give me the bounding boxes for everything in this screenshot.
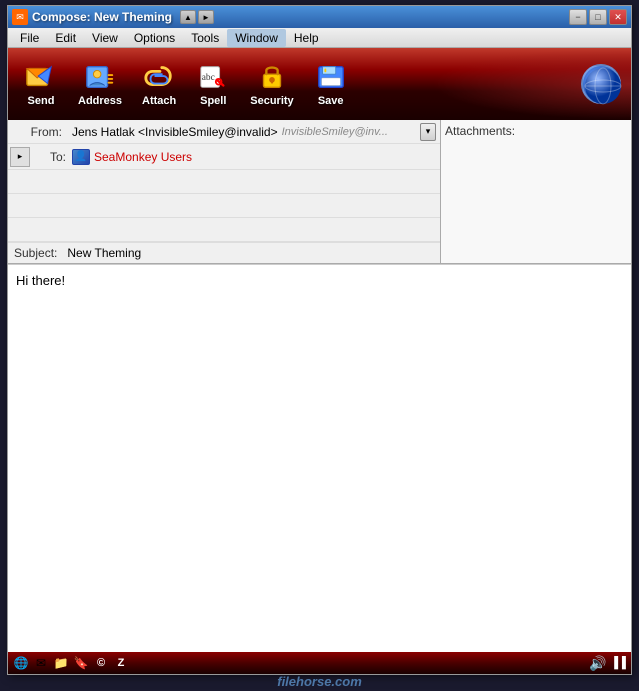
menu-edit[interactable]: Edit xyxy=(47,29,84,47)
message-body-text: Hi there! xyxy=(16,273,65,288)
menu-options[interactable]: Options xyxy=(126,29,183,47)
send-button[interactable]: Send xyxy=(16,57,66,111)
status-icon-c: © xyxy=(92,654,110,672)
subject-label: Subject: xyxy=(8,243,63,263)
status-icon-right: ▐▐ xyxy=(609,654,627,672)
toolbar: Send Address xyxy=(8,48,631,120)
to-row: ▸ To: 👤 SeaMonkey Users xyxy=(8,144,440,170)
status-icon-volume: 🔊 xyxy=(589,654,607,672)
security-button[interactable]: Security xyxy=(242,57,301,111)
title-nav: ▲ ► xyxy=(180,10,214,24)
fields-panel: From: Jens Hatlak <InvisibleSmiley@inval… xyxy=(8,120,441,263)
globe-decoration xyxy=(581,64,621,104)
send-label: Send xyxy=(28,95,55,107)
menu-tools[interactable]: Tools xyxy=(183,29,227,47)
watermark-text: filehorse xyxy=(277,674,331,689)
minimize-button[interactable]: − xyxy=(569,9,587,25)
message-body[interactable]: Hi there! xyxy=(8,264,631,652)
menu-help[interactable]: Help xyxy=(286,29,327,47)
address-button[interactable]: Address xyxy=(70,57,130,111)
subject-row: Subject: New Theming xyxy=(8,242,440,263)
status-icon-folder: 📁 xyxy=(52,654,70,672)
send-icon xyxy=(25,61,57,93)
spell-button[interactable]: abc Spell xyxy=(188,57,238,111)
compose-header: From: Jens Hatlak <InvisibleSmiley@inval… xyxy=(8,120,631,264)
attach-button[interactable]: Attach xyxy=(134,57,184,111)
empty-row-3 xyxy=(8,218,440,242)
window-app-icon: ✉ xyxy=(12,9,28,25)
nav-forward-btn[interactable]: ► xyxy=(198,10,214,24)
recipient-name: SeaMonkey Users xyxy=(94,150,192,164)
attach-icon xyxy=(143,61,175,93)
title-bar-left: ✉ Compose: New Theming ▲ ► xyxy=(12,9,214,25)
address-icon xyxy=(84,61,116,93)
subject-value[interactable]: New Theming xyxy=(63,243,145,263)
address-label: Address xyxy=(78,95,122,107)
status-icon-bookmark: 🔖 xyxy=(72,654,90,672)
attach-label: Attach xyxy=(142,95,176,107)
from-ghost-text: InvisibleSmiley@inv... xyxy=(282,126,388,138)
window-controls: − □ ✕ xyxy=(569,9,627,25)
menu-view[interactable]: View xyxy=(84,29,126,47)
to-label: To: xyxy=(32,150,72,164)
empty-row-1 xyxy=(8,170,440,194)
status-bar: 🌐 ✉ 📁 🔖 © Z 🔊 ▐▐ xyxy=(8,652,631,674)
watermark: filehorse.com xyxy=(277,674,362,689)
watermark-suffix: .com xyxy=(331,674,361,689)
compose-window: ✉ Compose: New Theming ▲ ► − □ ✕ File Ed… xyxy=(7,5,632,675)
title-bar: ✉ Compose: New Theming ▲ ► − □ ✕ xyxy=(8,6,631,28)
close-button[interactable]: ✕ xyxy=(609,9,627,25)
attachments-label: Attachments: xyxy=(445,124,515,138)
security-icon xyxy=(256,61,288,93)
menu-bar: File Edit View Options Tools Window Help xyxy=(8,28,631,48)
attachments-panel: Attachments: xyxy=(441,120,631,263)
from-value: Jens Hatlak <InvisibleSmiley@invalid> In… xyxy=(68,123,420,141)
empty-row-2 xyxy=(8,194,440,218)
contact-icon: 👤 xyxy=(72,149,90,165)
menu-file[interactable]: File xyxy=(12,29,47,47)
save-label: Save xyxy=(318,95,344,107)
svg-text:abc: abc xyxy=(202,73,215,83)
menu-window[interactable]: Window xyxy=(227,29,286,47)
spell-label: Spell xyxy=(200,95,226,107)
from-dropdown[interactable]: ▾ xyxy=(420,123,436,141)
status-icon-mail: ✉ xyxy=(32,654,50,672)
from-label: From: xyxy=(8,125,68,139)
to-expand-toggle[interactable]: ▸ xyxy=(10,147,30,167)
from-name-text: Jens Hatlak <InvisibleSmiley@invalid> xyxy=(72,125,278,139)
from-row: From: Jens Hatlak <InvisibleSmiley@inval… xyxy=(8,120,440,144)
spell-icon: abc xyxy=(197,61,229,93)
save-icon xyxy=(315,61,347,93)
save-button[interactable]: Save xyxy=(306,57,356,111)
nav-up-btn[interactable]: ▲ xyxy=(180,10,196,24)
status-icon-z: Z xyxy=(112,654,130,672)
security-label: Security xyxy=(250,95,293,107)
window-title: Compose: New Theming xyxy=(32,10,172,24)
status-icon-globe: 🌐 xyxy=(12,654,30,672)
maximize-button[interactable]: □ xyxy=(589,9,607,25)
